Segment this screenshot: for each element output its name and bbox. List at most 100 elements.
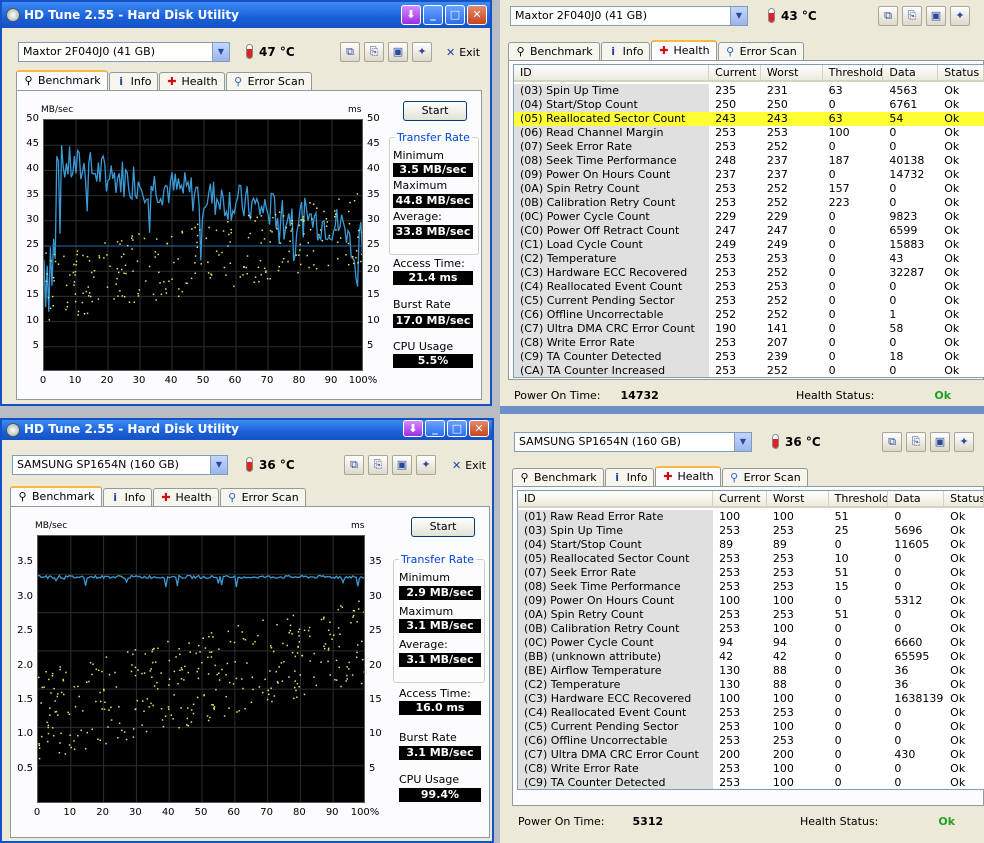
start-button[interactable]: Start bbox=[411, 517, 475, 537]
tab-error-scan[interactable]: ⚲ Error Scan bbox=[225, 72, 312, 90]
tab-health[interactable]: ✚ Health bbox=[651, 40, 717, 60]
minimize-button[interactable]: _ bbox=[423, 5, 443, 25]
column-header[interactable]: ID bbox=[518, 491, 714, 508]
chevron-down-icon[interactable]: ▼ bbox=[210, 456, 227, 474]
table-row[interactable]: (CA) TA Counter Increased 253 252 0 0 Ok bbox=[514, 364, 984, 377]
column-header[interactable]: Current bbox=[713, 491, 767, 508]
table-row[interactable]: (03) Spin Up Time 235 231 63 4563 Ok bbox=[514, 84, 984, 98]
table-row[interactable]: (C9) TA Counter Detected 253 100 0 0 Ok bbox=[518, 776, 984, 789]
chevron-down-icon[interactable]: ▼ bbox=[734, 433, 751, 451]
chevron-down-icon[interactable]: ▼ bbox=[730, 7, 747, 25]
table-row[interactable]: (C0) Power Off Retract Count 247 247 0 6599 O… bbox=[514, 224, 984, 238]
save-icon[interactable]: ▣ bbox=[930, 432, 950, 452]
save-icon[interactable]: ▣ bbox=[392, 455, 412, 475]
column-header[interactable]: Current bbox=[709, 65, 761, 82]
drive-select[interactable]: Maxtor 2F040J0 (41 GB) ▼ bbox=[510, 6, 748, 26]
table-row[interactable]: (05) Reallocated Sector Count 253 253 10 0 Ok bbox=[518, 552, 984, 566]
exit-button[interactable]: ✕ Exit bbox=[452, 459, 486, 472]
tab-health[interactable]: ✚ Health bbox=[153, 488, 219, 506]
tab-error-scan[interactable]: ⚲ Error Scan bbox=[717, 42, 804, 60]
table-row[interactable]: (C3) Hardware ECC Recovered 253 252 0 32287 O… bbox=[514, 266, 984, 280]
table-row[interactable]: (C5) Current Pending Sector 253 100 0 0 Ok bbox=[518, 720, 984, 734]
table-row[interactable]: (C4) Reallocated Event Count 253 253 0 0 Ok bbox=[518, 706, 984, 720]
minimize-button[interactable]: _ bbox=[425, 420, 445, 437]
table-row[interactable]: (09) Power On Hours Count 100 100 0 5312 Ok bbox=[518, 594, 984, 608]
column-header[interactable]: Worst bbox=[767, 491, 829, 508]
table-row[interactable]: (C4) Reallocated Event Count 253 253 0 0 Ok bbox=[514, 280, 984, 294]
start-button[interactable]: Start bbox=[403, 101, 467, 121]
drive-select[interactable]: SAMSUNG SP1654N (160 GB) ▼ bbox=[12, 455, 228, 475]
copy-info-icon[interactable]: ⎘ bbox=[906, 432, 926, 452]
drive-select[interactable]: SAMSUNG SP1654N (160 GB) ▼ bbox=[514, 432, 752, 452]
tab-benchmark[interactable]: ⚲ Benchmark bbox=[508, 42, 600, 60]
options-icon[interactable]: ✦ bbox=[416, 455, 436, 475]
table-row[interactable]: (C6) Offline Uncorrectable 252 252 0 1 Ok bbox=[514, 308, 984, 322]
table-row[interactable]: (08) Seek Time Performance 248 237 187 40138… bbox=[514, 154, 984, 168]
table-row[interactable]: (C8) Write Error Rate 253 100 0 0 Ok bbox=[518, 762, 984, 776]
column-header[interactable]: Data bbox=[883, 65, 939, 82]
tab-benchmark[interactable]: ⚲ Benchmark bbox=[512, 468, 604, 486]
copy-info-icon[interactable]: ⎘ bbox=[368, 455, 388, 475]
tab-info[interactable]: i Info bbox=[600, 42, 651, 60]
column-header[interactable]: Data bbox=[888, 491, 945, 508]
table-row[interactable]: (08) Seek Time Performance 253 253 15 0 Ok bbox=[518, 580, 984, 594]
table-row[interactable]: (01) Raw Read Error Rate 100 100 51 0 Ok bbox=[518, 510, 984, 524]
save-icon[interactable]: ▣ bbox=[388, 42, 408, 62]
tab-health[interactable]: ✚ Health bbox=[159, 72, 225, 90]
tab-health[interactable]: ✚ Health bbox=[655, 466, 721, 486]
table-row[interactable]: (C7) Ultra DMA CRC Error Count 190 141 0 58 O… bbox=[514, 322, 984, 336]
table-row[interactable]: (C5) Current Pending Sector 253 252 0 0 Ok bbox=[514, 294, 984, 308]
tab-error-scan[interactable]: ⚲ Error Scan bbox=[721, 468, 808, 486]
close-button[interactable]: ✕ bbox=[467, 5, 487, 25]
download-icon[interactable]: ⬇ bbox=[403, 420, 423, 437]
copy-icon[interactable]: ⧉ bbox=[878, 6, 898, 26]
tab-info[interactable]: i Info bbox=[108, 72, 159, 90]
tab-error-scan[interactable]: ⚲ Error Scan bbox=[219, 488, 306, 506]
table-row[interactable]: (0A) Spin Retry Count 253 252 157 0 Ok bbox=[514, 182, 984, 196]
maximize-button[interactable]: □ bbox=[445, 5, 465, 25]
table-row[interactable]: (C2) Temperature 253 253 0 43 Ok bbox=[514, 252, 984, 266]
table-row[interactable]: (0B) Calibration Retry Count 253 100 0 0 Ok bbox=[518, 622, 984, 636]
tab-benchmark[interactable]: ⚲ Benchmark bbox=[10, 486, 102, 506]
title-bar[interactable]: HD Tune 2.55 - Hard Disk Utility ⬇ _ □ ✕ bbox=[2, 420, 492, 440]
save-icon[interactable]: ▣ bbox=[926, 6, 946, 26]
chevron-down-icon[interactable]: ▼ bbox=[212, 43, 229, 61]
column-header[interactable]: Worst bbox=[761, 65, 823, 82]
table-row[interactable]: (C2) Temperature 130 88 0 36 Ok bbox=[518, 678, 984, 692]
table-row[interactable]: (BB) (unknown attribute) 42 42 0 65595 Ok bbox=[518, 650, 984, 664]
options-icon[interactable]: ✦ bbox=[950, 6, 970, 26]
table-row[interactable]: (C7) Ultra DMA CRC Error Count 200 200 0 430… bbox=[518, 748, 984, 762]
table-row[interactable]: (0A) Spin Retry Count 253 253 51 0 Ok bbox=[518, 608, 984, 622]
maximize-button[interactable]: □ bbox=[447, 420, 467, 437]
column-header[interactable]: Threshold bbox=[823, 65, 884, 82]
table-row[interactable]: (05) Reallocated Sector Count 243 243 63 54 O… bbox=[514, 112, 984, 126]
table-row[interactable]: (0C) Power Cycle Count 229 229 0 9823 Ok bbox=[514, 210, 984, 224]
copy-icon[interactable]: ⧉ bbox=[882, 432, 902, 452]
table-row[interactable]: (04) Start/Stop Count 89 89 0 11605 Ok bbox=[518, 538, 984, 552]
options-icon[interactable]: ✦ bbox=[954, 432, 974, 452]
table-row[interactable]: (09) Power On Hours Count 237 237 0 14732 Ok bbox=[514, 168, 984, 182]
copy-info-icon[interactable]: ⎘ bbox=[364, 42, 384, 62]
smart-attributes-table[interactable]: ID Current Worst Threshold Data Status (03) Sp… bbox=[513, 64, 984, 378]
column-header[interactable]: Status bbox=[938, 65, 984, 82]
table-row[interactable]: (07) Seek Error Rate 253 253 51 0 Ok bbox=[518, 566, 984, 580]
options-icon[interactable]: ✦ bbox=[412, 42, 432, 62]
copy-icon[interactable]: ⧉ bbox=[340, 42, 360, 62]
copy-info-icon[interactable]: ⎘ bbox=[902, 6, 922, 26]
column-header[interactable]: ID bbox=[514, 65, 710, 82]
tab-info[interactable]: i Info bbox=[102, 488, 153, 506]
table-row[interactable]: (C8) Write Error Rate 253 207 0 0 Ok bbox=[514, 336, 984, 350]
tab-benchmark[interactable]: ⚲ Benchmark bbox=[16, 70, 108, 90]
download-icon[interactable]: ⬇ bbox=[401, 5, 421, 25]
table-row[interactable]: (06) Read Channel Margin 253 253 100 0 Ok bbox=[514, 126, 984, 140]
copy-icon[interactable]: ⧉ bbox=[344, 455, 364, 475]
table-row[interactable]: (03) Spin Up Time 253 253 25 5696 Ok bbox=[518, 524, 984, 538]
table-row[interactable]: (04) Start/Stop Count 250 250 0 6761 Ok bbox=[514, 98, 984, 112]
column-header[interactable]: Threshold bbox=[829, 491, 889, 508]
close-button[interactable]: ✕ bbox=[469, 420, 489, 437]
drive-select[interactable]: Maxtor 2F040J0 (41 GB) ▼ bbox=[18, 42, 230, 62]
table-row[interactable]: (C9) TA Counter Detected 253 239 0 18 Ok bbox=[514, 350, 984, 364]
table-row[interactable]: (C1) Load Cycle Count 249 249 0 15883 Ok bbox=[514, 238, 984, 252]
tab-info[interactable]: i Info bbox=[604, 468, 655, 486]
table-row[interactable]: (0B) Calibration Retry Count 253 252 223 0 Ok bbox=[514, 196, 984, 210]
